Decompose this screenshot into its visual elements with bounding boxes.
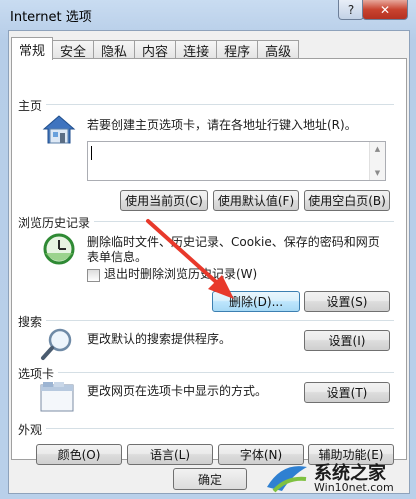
colors-button[interactable]: 颜色(O) — [36, 444, 122, 465]
search-description: 更改默认的搜索提供程序。 — [87, 332, 232, 346]
separator — [92, 221, 394, 222]
separator — [56, 372, 394, 373]
tab-privacy[interactable]: 隐私 — [93, 40, 136, 60]
scroll-down-icon[interactable]: ▼ — [375, 169, 380, 177]
tabs-description: 更改网页在选项卡中显示的方式。 — [87, 384, 268, 398]
scroll-up-icon[interactable]: ▲ — [375, 145, 380, 153]
tab-content[interactable]: 内容 — [134, 40, 177, 60]
homepage-url-scrollbar[interactable]: ▲ ▼ — [369, 142, 385, 180]
history-settings-button[interactable]: 设置(S) — [304, 291, 390, 312]
section-tabs: 选项卡 — [18, 365, 59, 382]
section-browsing-history: 浏览历史记录 — [18, 214, 95, 231]
watermark-subtitle: Win10net.com — [314, 481, 394, 494]
watermark-icon — [267, 466, 307, 493]
separator — [46, 428, 394, 429]
home-icon — [42, 115, 76, 144]
annotation-arrow-icon — [146, 219, 234, 299]
section-homepage: 主页 — [18, 97, 47, 114]
tab-strip: 常规 安全 隐私 内容 连接 程序 高级 — [11, 37, 300, 60]
separator — [42, 104, 394, 105]
tab-programs[interactable]: 程序 — [216, 40, 259, 60]
separator — [46, 320, 394, 321]
tab-connections[interactable]: 连接 — [175, 40, 218, 60]
tabs-window-icon — [40, 382, 74, 412]
delete-on-exit-checkbox[interactable] — [87, 269, 100, 282]
tabs-settings-button[interactable]: 设置(T) — [304, 382, 390, 403]
use-blank-page-button[interactable]: 使用空白页(B) — [304, 190, 390, 211]
watermark-logo: 系统之家 Win10net.com — [262, 457, 412, 497]
use-default-button[interactable]: 使用默认值(F) — [213, 190, 299, 211]
close-button[interactable]: ✕ — [362, 0, 408, 20]
section-appearance: 外观 — [18, 421, 47, 438]
homepage-url-input[interactable]: ▲ ▼ — [87, 141, 386, 181]
help-button[interactable]: ? — [338, 0, 364, 20]
window-frame: Internet 选项 ? ✕ 常规 安全 隐私 内容 连接 程序 高级 主页 … — [0, 0, 416, 499]
magnifier-icon — [41, 328, 72, 360]
dialog-client: 常规 安全 隐私 内容 连接 程序 高级 主页 若要创建主页选项卡，请在各地址行… — [8, 30, 410, 494]
window-title: Internet 选项 — [10, 10, 92, 25]
general-page: 主页 若要创建主页选项卡，请在各地址行键入地址(R)。 ▲ ▼ 使用当前页(C)… — [11, 58, 407, 465]
text-caret — [91, 146, 92, 160]
tab-security[interactable]: 安全 — [52, 40, 95, 60]
tab-general[interactable]: 常规 — [11, 37, 54, 60]
ok-button[interactable]: 确定 — [173, 468, 247, 490]
languages-button[interactable]: 语言(L) — [127, 444, 213, 465]
search-settings-button[interactable]: 设置(I) — [304, 330, 390, 351]
history-clock-icon — [43, 233, 75, 265]
homepage-description: 若要创建主页选项卡，请在各地址行键入地址(R)。 — [87, 118, 357, 132]
tab-advanced[interactable]: 高级 — [257, 40, 300, 60]
use-current-page-button[interactable]: 使用当前页(C) — [120, 190, 208, 211]
